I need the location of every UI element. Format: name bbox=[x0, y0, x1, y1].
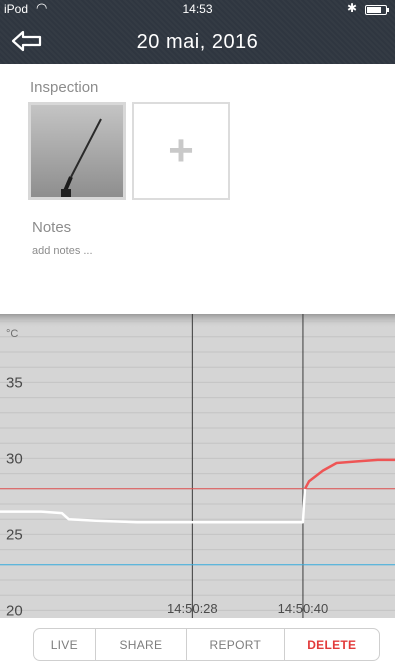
x-tick-label: 14:50:28 bbox=[167, 601, 218, 616]
temperature-chart[interactable]: °C 20 25 30 35 14:50:28 14:50:40 bbox=[0, 314, 395, 618]
live-button[interactable]: LIVE bbox=[34, 629, 96, 660]
top-bar: iPod ◠ 14:53 ✱ 20 mai, 2016 bbox=[0, 0, 395, 64]
bottom-toolbar: LIVE SHARE REPORT DELETE bbox=[33, 628, 380, 661]
delete-button[interactable]: DELETE bbox=[285, 629, 379, 660]
inspection-label: Inspection bbox=[30, 79, 99, 96]
page-title: 20 mai, 2016 bbox=[136, 31, 259, 53]
unit-label: °C bbox=[6, 328, 18, 340]
add-photo-button[interactable]: + bbox=[132, 102, 230, 200]
y-tick-label: 25 bbox=[6, 526, 23, 543]
x-tick-label: 14:50:40 bbox=[278, 601, 329, 616]
plus-icon: + bbox=[168, 126, 194, 175]
y-tick-label: 20 bbox=[6, 602, 23, 618]
chart-background bbox=[0, 314, 395, 618]
report-button[interactable]: REPORT bbox=[187, 629, 285, 660]
chart-top-shadow bbox=[0, 314, 395, 328]
chart-svg: °C 20 25 30 35 14:50:28 14:50:40 bbox=[0, 314, 395, 618]
battery-icon bbox=[365, 5, 389, 15]
inspection-photo[interactable] bbox=[28, 102, 126, 200]
bluetooth-icon: ✱ bbox=[346, 1, 357, 15]
notes-field[interactable]: add notes ... bbox=[32, 245, 332, 261]
share-button[interactable]: SHARE bbox=[96, 629, 188, 660]
photo-image bbox=[31, 105, 123, 197]
y-tick-label: 35 bbox=[6, 374, 23, 391]
probe-image bbox=[31, 105, 123, 197]
status-time: 14:53 bbox=[182, 2, 213, 16]
notes-label: Notes bbox=[32, 219, 72, 236]
status-bar: iPod ◠ 14:53 ✱ bbox=[0, 0, 395, 20]
y-tick-label: 30 bbox=[6, 450, 23, 467]
